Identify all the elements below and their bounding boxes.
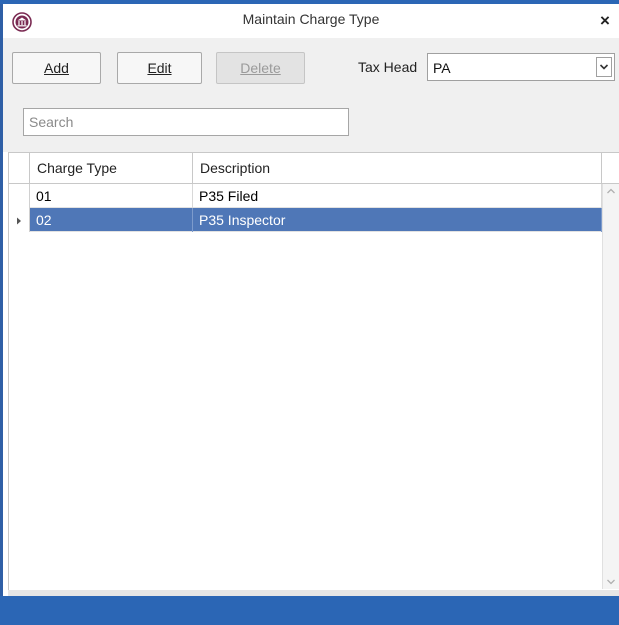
toolbar: Add Edit Delete Tax Head PA (3, 38, 619, 96)
charge-type-grid: Charge Type Description 01 P35 Filed 02 … (8, 152, 619, 592)
search-area (3, 96, 619, 152)
table-row-selected[interactable]: 02 P35 Inspector (9, 208, 602, 232)
table-row[interactable]: 01 P35 Filed (9, 184, 602, 208)
delete-button-label: Delete (240, 60, 281, 76)
column-header-charge-type[interactable]: Charge Type (30, 153, 193, 183)
charge-type-cell: 01 (30, 184, 193, 208)
scroll-up-icon[interactable] (603, 186, 619, 196)
add-button[interactable]: Add (12, 52, 101, 84)
close-button[interactable]: × (595, 11, 615, 31)
current-row-indicator (9, 208, 30, 232)
row-indicator (9, 184, 30, 208)
charge-type-cell: 02 (30, 208, 193, 232)
grid-header: Charge Type Description (9, 153, 619, 184)
row-header-corner (9, 153, 30, 183)
title-bar: Maintain Charge Type × (3, 4, 619, 38)
column-header-description[interactable]: Description (193, 153, 602, 183)
tax-head-select[interactable]: PA (427, 53, 615, 81)
description-cell: P35 Filed (193, 184, 602, 208)
description-cell: P35 Inspector (193, 208, 602, 232)
scroll-down-icon[interactable] (603, 577, 619, 587)
add-button-label: Add (44, 60, 69, 76)
tax-head-value: PA (433, 60, 451, 76)
caret-right-icon (17, 217, 21, 225)
maintain-charge-type-window: Maintain Charge Type × Add Edit Delete T… (0, 0, 619, 625)
delete-button[interactable]: Delete (216, 52, 305, 84)
tax-head-label: Tax Head (358, 59, 418, 75)
edit-button[interactable]: Edit (117, 52, 202, 84)
edit-button-label: Edit (147, 60, 172, 76)
tax-head-dropdown-button[interactable] (596, 57, 612, 77)
search-input[interactable] (23, 108, 349, 136)
status-bar (0, 596, 619, 625)
vertical-scrollbar[interactable] (602, 184, 619, 589)
window-title: Maintain Charge Type (242, 11, 380, 27)
chevron-down-icon (599, 64, 609, 70)
